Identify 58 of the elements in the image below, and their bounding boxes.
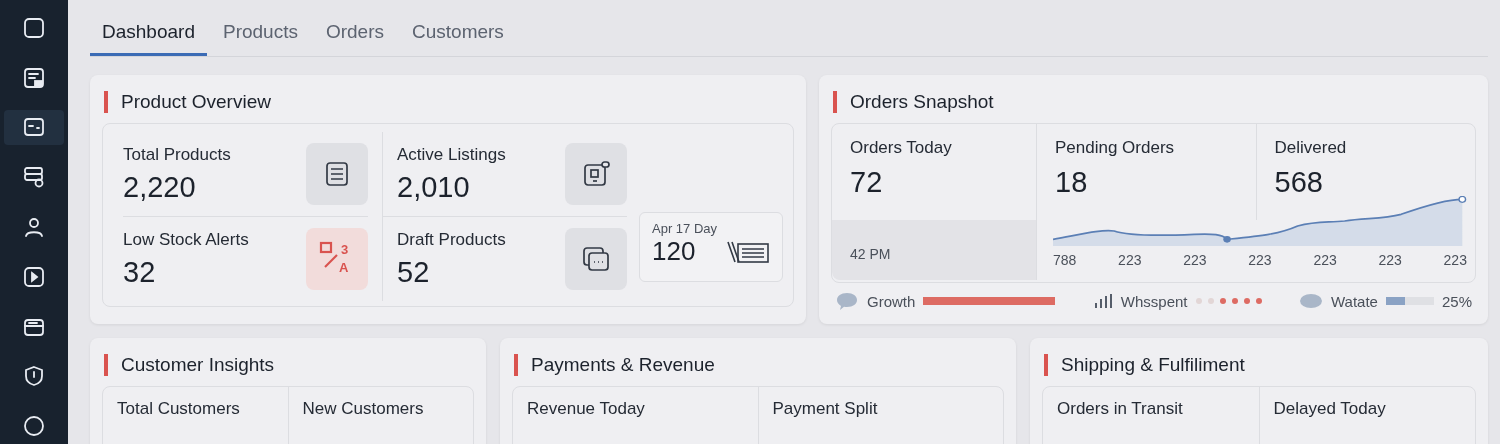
axis-label: 223 xyxy=(1443,252,1467,268)
stat-icon xyxy=(565,143,627,205)
percent-reading: 25% xyxy=(1441,292,1472,310)
stat-label: Draft Products xyxy=(397,229,506,250)
card-title: Orders Snapshot xyxy=(833,91,1476,113)
stat-value: 120 xyxy=(652,236,696,267)
stat-label: Orders Today xyxy=(850,138,953,158)
nav-tab[interactable]: Dashboard xyxy=(90,21,207,56)
bar-chart-icon xyxy=(1092,293,1113,309)
speech-bubble-icon xyxy=(835,291,859,311)
axis-label: 223 xyxy=(1313,252,1337,268)
stat-value: 52 xyxy=(397,255,431,289)
axis-label: 223 xyxy=(1183,252,1207,268)
square-icon[interactable] xyxy=(22,15,46,40)
nav-tab[interactable]: Orders xyxy=(313,21,396,56)
card-title: Payments & Revenue xyxy=(514,354,1004,376)
axis-label: 223 xyxy=(1118,252,1142,268)
nav-tab[interactable]: Customers xyxy=(400,21,516,56)
stat-label: Total Customers xyxy=(116,398,241,420)
stat-label: Revenue Today xyxy=(526,398,646,420)
user-icon[interactable] xyxy=(22,215,46,239)
time-label: 42 PM xyxy=(850,246,891,262)
stat-label: Total Products xyxy=(123,144,231,165)
play-icon[interactable] xyxy=(22,264,46,289)
stat-label: Low Stock Alerts xyxy=(123,229,249,250)
stat-value: 2,010 xyxy=(397,170,471,204)
stat-icon: 3 A xyxy=(306,228,368,290)
stat-label: Active Listings xyxy=(397,144,506,165)
sidebar-item[interactable] xyxy=(4,109,64,146)
card-title: Customer Insights xyxy=(104,354,474,376)
stat-icon xyxy=(565,228,627,290)
nav-tab[interactable]: Products xyxy=(210,21,310,56)
axis-label: 223 xyxy=(1378,252,1402,268)
stat-label: Pending Orders xyxy=(1055,138,1176,158)
note-icon[interactable] xyxy=(22,65,46,90)
stat-value: 18 xyxy=(1055,166,1089,199)
legend-label: Watate xyxy=(1331,292,1378,310)
card-title: Shipping & Fulfiliment xyxy=(1044,354,1476,376)
database-icon[interactable] xyxy=(22,165,46,190)
stat-icon xyxy=(306,143,368,205)
stat-value: 568 xyxy=(1274,166,1324,199)
axis-label: 223 xyxy=(1248,252,1272,268)
stat-value: 72 xyxy=(850,166,884,199)
stat-label: Payment Split xyxy=(757,387,1003,444)
legend-label: Growth xyxy=(867,292,916,310)
shield-icon[interactable] xyxy=(22,364,46,389)
stat-label: New Customers xyxy=(287,387,473,444)
ellipse-icon xyxy=(1299,293,1323,309)
stat-label: Orders in Transit xyxy=(1056,398,1184,420)
stat-value: 2,220 xyxy=(123,170,197,204)
circle-icon[interactable] xyxy=(22,414,46,439)
stat-value: 32 xyxy=(123,255,157,289)
stat-label: Delayed Today xyxy=(1258,387,1475,444)
legend-label: Whsspent xyxy=(1120,292,1188,310)
axis-label: 788 xyxy=(1053,252,1077,268)
card-title: Product Overview xyxy=(104,91,794,113)
day-label: Apr 17 Day xyxy=(652,221,719,236)
stat-label: Delivered xyxy=(1274,138,1348,158)
